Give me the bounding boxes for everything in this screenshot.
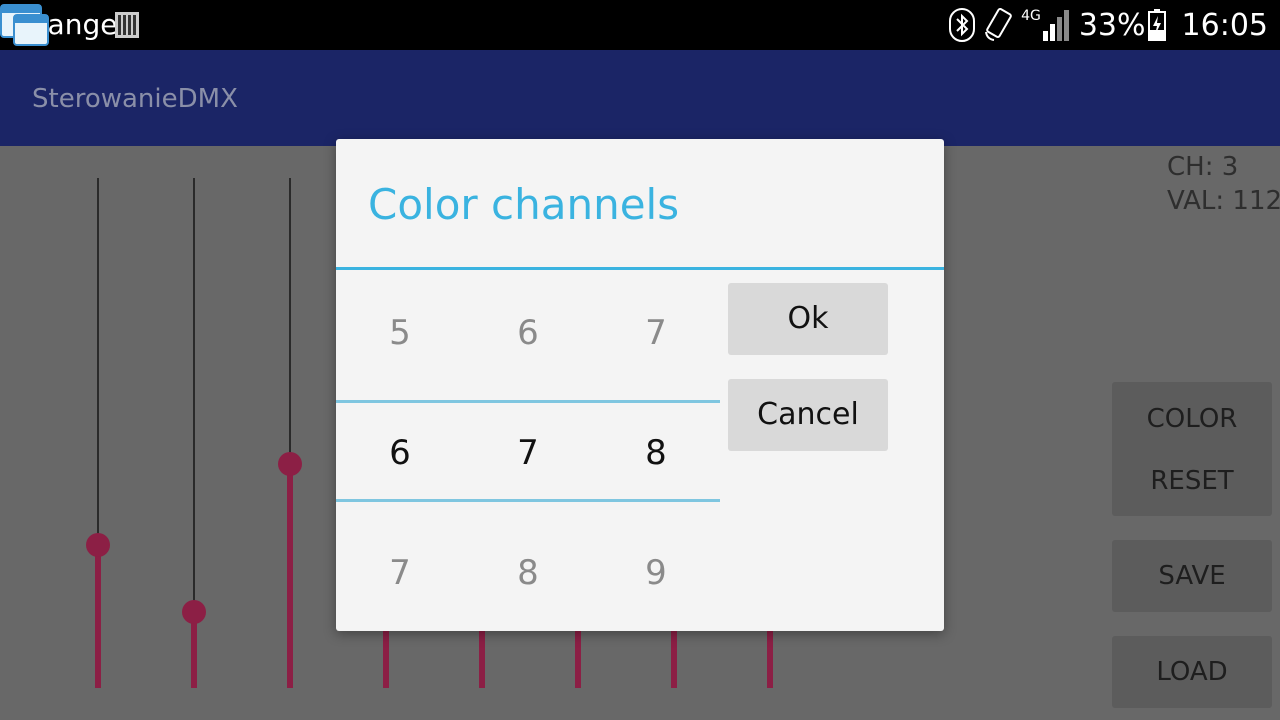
rotation-lock-icon — [985, 8, 1012, 41]
picker-3-current[interactable]: 8 — [616, 433, 696, 473]
signal-icon — [1042, 10, 1069, 41]
ok-button[interactable]: Ok — [728, 283, 888, 355]
slider-thumb[interactable] — [182, 600, 206, 624]
cancel-button[interactable]: Cancel — [728, 379, 888, 451]
picker-selection-top-line — [336, 400, 720, 403]
save-button[interactable]: SAVE — [1112, 540, 1272, 612]
picker-1-next[interactable]: 7 — [360, 553, 440, 593]
channel-info: CH: 3 VAL: 112 — [1167, 152, 1280, 216]
slider-thumb[interactable] — [278, 452, 302, 476]
network-type: 4G — [1021, 8, 1041, 24]
channel-slider-3[interactable] — [278, 178, 302, 688]
channel-slider-2[interactable] — [182, 178, 206, 688]
slider-fill — [287, 464, 293, 688]
status-bar: Orange 4G 33% 16:05 — [0, 0, 1280, 50]
picker-selection-bottom-line — [336, 499, 720, 502]
picker-2-prev[interactable]: 6 — [488, 313, 568, 353]
picker-1-current[interactable]: 6 — [360, 433, 440, 473]
battery-percent: 33% — [1078, 7, 1146, 43]
picker-2-next[interactable]: 8 — [488, 553, 568, 593]
load-button[interactable]: LOAD — [1112, 636, 1272, 708]
color-reset-label-line1: COLOR — [1146, 404, 1238, 434]
action-bar: SterowanieDMX — [0, 50, 1280, 146]
sim-icon — [115, 12, 139, 38]
color-reset-label-line2: RESET — [1150, 466, 1234, 496]
dialog-title-divider — [336, 267, 944, 270]
slider-fill — [95, 545, 101, 688]
color-reset-button[interactable]: COLOR RESET — [1112, 382, 1272, 516]
dialog-title: Color channels — [368, 180, 680, 229]
picker-2-current[interactable]: 7 — [488, 433, 568, 473]
battery-charging-icon — [1147, 9, 1166, 41]
channel-slider-1[interactable] — [86, 178, 110, 688]
picker-3-next[interactable]: 9 — [616, 553, 696, 593]
app-title: SterowanieDMX — [32, 84, 238, 114]
clock: 16:05 — [1181, 7, 1268, 43]
picker-1-prev[interactable]: 5 — [360, 313, 440, 353]
app-notification-icon — [0, 4, 49, 46]
picker-3-prev[interactable]: 7 — [616, 313, 696, 353]
bluetooth-icon — [949, 8, 976, 42]
color-channels-dialog: Color channels 5 6 7 6 7 8 7 8 9 Ok Canc… — [336, 139, 944, 631]
slider-thumb[interactable] — [86, 533, 110, 557]
